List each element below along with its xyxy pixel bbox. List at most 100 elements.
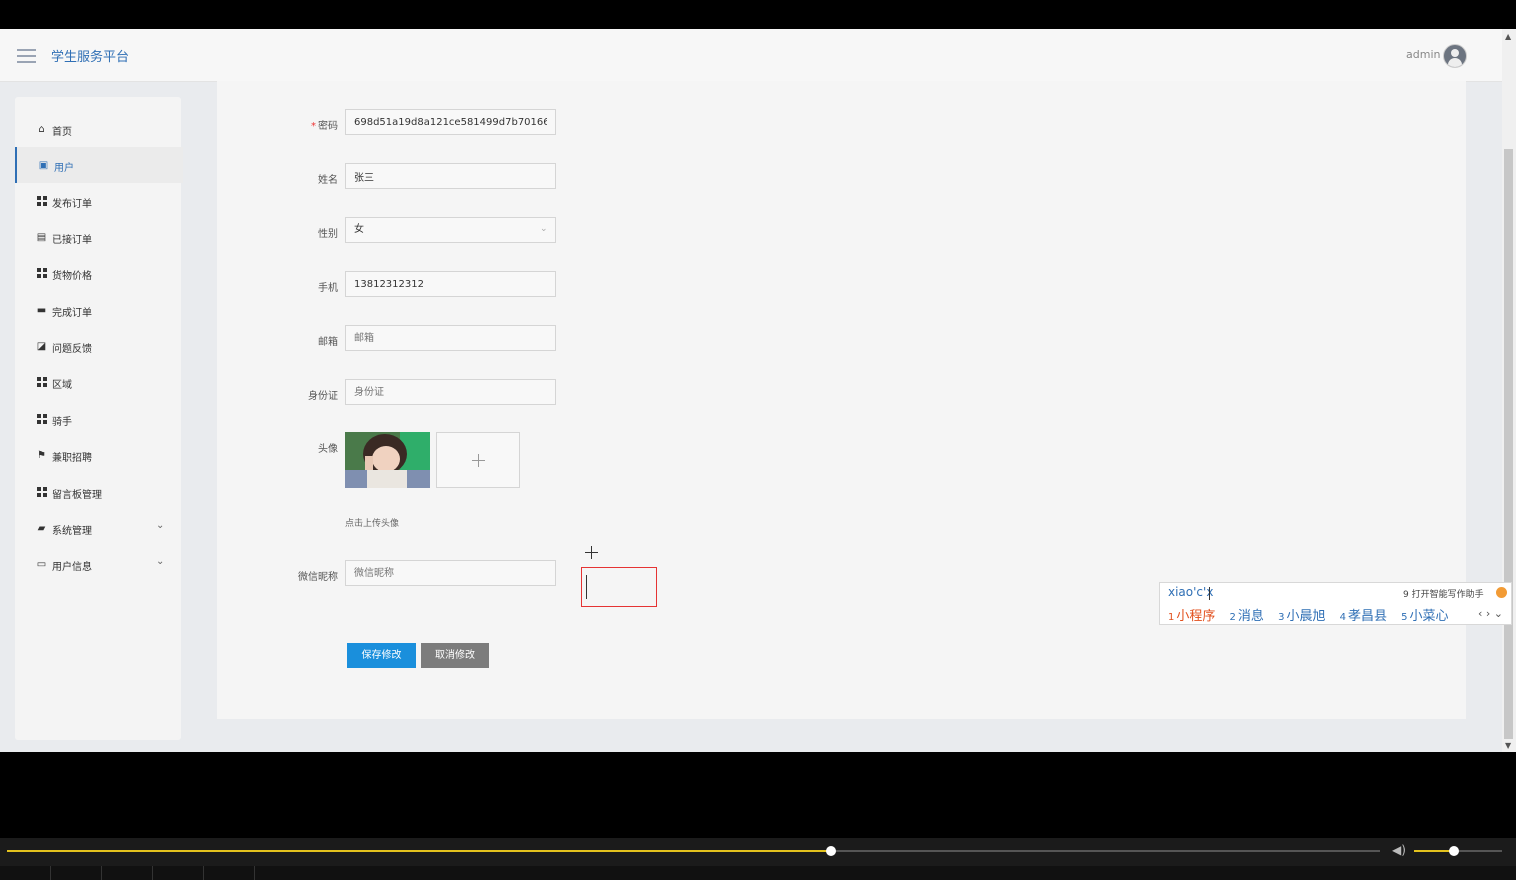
grid-icon (36, 487, 47, 498)
name-label: 姓名 (318, 175, 338, 186)
hamburger-menu-icon[interactable] (17, 49, 36, 63)
gender-select[interactable]: 女 (345, 217, 556, 243)
brand-title: 学生服务平台 (51, 50, 130, 65)
sidebar-item-goods-price[interactable]: 货物价格 (15, 255, 181, 291)
ime-assistant-tip[interactable]: 9 打开智能写作助手 (1403, 587, 1484, 600)
user-avatar[interactable] (1443, 44, 1467, 68)
phone-label: 手机 (318, 283, 338, 294)
ime-composition-text: xiao'c'x (1168, 585, 1214, 599)
progress-fill (7, 850, 831, 852)
avatar-label: 头像 (318, 444, 338, 455)
wechat-label: 微信昵称 (298, 572, 338, 583)
progress-handle[interactable] (825, 846, 836, 856)
chevron-down-icon[interactable]: ⌄ (156, 520, 164, 531)
sidebar-item-label: 发布订单 (52, 199, 92, 210)
sidebar-item-label: 兼职招聘 (52, 453, 92, 464)
ime-candidate[interactable]: 4 孝昌县 (1340, 609, 1387, 624)
candidate-text: 小程序 (1176, 609, 1216, 624)
sidebar-item-parttime[interactable]: ⚑ 兼职招聘 (15, 437, 181, 473)
upload-hint: 点击上传头像 (345, 519, 400, 529)
avatar-upload-button[interactable] (436, 432, 520, 488)
wechat-nickname-input[interactable] (345, 560, 556, 586)
volume-handle[interactable] (1448, 846, 1459, 856)
sidebar-item-label: 已接订单 (52, 235, 92, 246)
briefcase-icon: ▰ (37, 523, 46, 534)
idcard-input[interactable] (345, 379, 556, 405)
assistant-icon[interactable] (1496, 587, 1507, 598)
ime-caret (1209, 587, 1210, 600)
ime-page-nav[interactable]: ‹ › ⌄ (1478, 607, 1503, 620)
candidate-number: 2 (1229, 612, 1236, 623)
password-label-text: 密码 (318, 121, 338, 132)
ime-candidate[interactable]: 2 消息 (1230, 609, 1264, 624)
password-label: * 密码 (268, 117, 338, 132)
scroll-up-icon[interactable]: ▲ (1505, 32, 1511, 41)
sidebar-item-label: 用户 (54, 163, 74, 174)
sidebar-item-completed-order[interactable]: ▬ 完成订单 (15, 292, 181, 328)
required-mark: * (311, 121, 316, 132)
sidebar-item-label: 完成订单 (52, 308, 92, 319)
highlight-box (581, 567, 657, 607)
sidebar-item-label: 骑手 (52, 417, 72, 428)
name-input[interactable] (345, 163, 556, 189)
chevron-down-icon[interactable]: ⌄ (156, 556, 164, 567)
card-icon: ▭ (36, 559, 47, 570)
home-icon: ⌂ (38, 124, 45, 135)
clipboard-icon: ▤ (36, 232, 47, 243)
gender-select-value: 女 (354, 224, 364, 235)
ime-candidate[interactable]: 1 小程序 (1168, 609, 1215, 624)
password-input[interactable] (345, 109, 556, 135)
ime-candidate-window[interactable]: xiao'c'x 9 打开智能写作助手 1 小程序 2 消息 3 小晨旭 4 孝昌县 5… (1159, 582, 1512, 625)
idcard-label: 身份证 (308, 391, 338, 402)
sidebar-item-label: 区域 (52, 380, 72, 391)
candidate-number: 3 (1278, 612, 1285, 623)
sidebar: ⌂ 首页 ▣ 用户 发布订单 ▤ 已接订单 货物价格 ▬ 完成订单 ◪ 问题反馈 (15, 97, 183, 740)
candidate-text: 小晨旭 (1286, 609, 1326, 624)
sidebar-item-user-info[interactable]: ▭ 用户信息 ⌄ (15, 546, 181, 582)
sidebar-item-accepted-order[interactable]: ▤ 已接订单 (15, 219, 181, 255)
sidebar-item-system[interactable]: ▰ 系统管理 ⌄ (15, 510, 181, 546)
phone-input[interactable] (345, 271, 556, 297)
sidebar-item-label: 留言板管理 (52, 490, 102, 501)
flag-icon: ⚑ (37, 450, 46, 461)
sidebar-item-message-board[interactable]: 留言板管理 (15, 474, 181, 510)
scroll-down-icon[interactable]: ▼ (1505, 741, 1511, 750)
user-name[interactable]: admin (1406, 48, 1440, 61)
sidebar-item-feedback[interactable]: ◪ 问题反馈 (15, 328, 181, 364)
volume-icon[interactable]: ◀) (1392, 843, 1406, 857)
ime-candidate[interactable]: 3 小晨旭 (1278, 609, 1325, 624)
candidate-text: 消息 (1237, 609, 1264, 624)
sidebar-item-label: 首页 (52, 127, 72, 138)
volume-fill (1414, 850, 1454, 852)
scrollbar-thumb[interactable] (1504, 149, 1513, 739)
taskbar (0, 866, 1516, 880)
candidate-text: 小菜心 (1409, 609, 1449, 624)
text-caret (586, 575, 587, 599)
sidebar-item-publish-order[interactable]: 发布订单 (15, 183, 181, 219)
ime-candidate[interactable]: 5 小菜心 (1401, 609, 1448, 624)
sidebar-item-label: 用户信息 (52, 562, 92, 573)
save-button[interactable]: 保存修改 (347, 643, 416, 668)
user-icon: ▣ (38, 160, 49, 171)
monitor-icon: ▬ (36, 305, 47, 316)
avatar-image[interactable] (345, 432, 430, 488)
chevron-down-icon[interactable]: ⌄ (540, 224, 548, 234)
gender-label: 性别 (318, 229, 338, 240)
app-window: 学生服务平台 admin ▲ ▼ ⌂ 首页 ▣ 用户 发布订单 ▤ 已接订单 货… (0, 29, 1516, 752)
sidebar-item-label: 货物价格 (52, 271, 92, 282)
plus-icon-vertical (478, 454, 479, 467)
sidebar-item-rider[interactable]: 骑手 (15, 401, 181, 437)
candidate-number: 4 (1339, 612, 1346, 623)
crosshair-cursor-icon (585, 546, 598, 559)
candidate-text: 孝昌县 (1347, 609, 1387, 624)
grid-icon (36, 414, 47, 425)
sidebar-item-label: 系统管理 (52, 526, 92, 537)
email-input[interactable] (345, 325, 556, 351)
grid-icon (36, 268, 47, 279)
sidebar-item-label: 问题反馈 (52, 344, 92, 355)
sidebar-item-area[interactable]: 区域 (15, 364, 181, 400)
cancel-button[interactable]: 取消修改 (421, 643, 489, 668)
sidebar-item-home[interactable]: ⌂ 首页 (15, 111, 181, 147)
top-bar: 学生服务平台 admin (0, 29, 1502, 82)
sidebar-item-user[interactable]: ▣ 用户 (15, 147, 183, 183)
